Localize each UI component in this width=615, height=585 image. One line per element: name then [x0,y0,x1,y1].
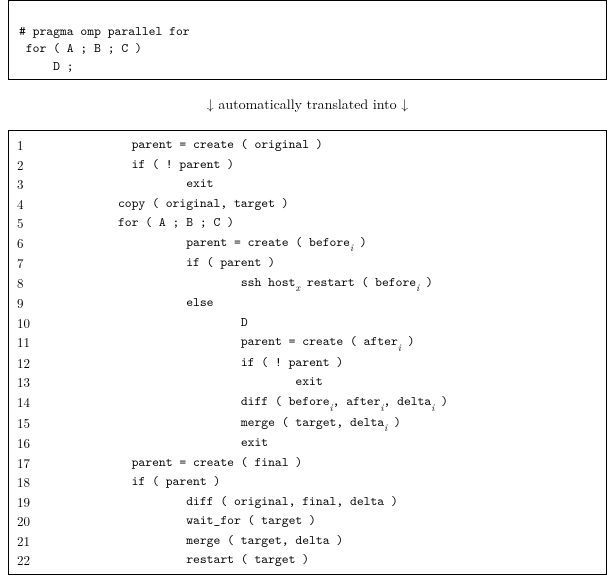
code-text: exit [77,433,268,453]
code-line: 1 parent = create ( original ) [17,135,598,155]
code-text: if ( parent ) [77,253,275,273]
subscript: i [416,280,419,294]
code-text: parent = create ( final ) [77,453,302,473]
code-line: 12 if ( ! parent ) [17,353,598,373]
code-text: copy ( original, target ) [77,194,289,214]
translation-caption: ↓ automatically translated into ↓ [8,94,607,114]
line-number: 14 [17,392,77,413]
code-line: 22 restart ( target ) [17,550,598,570]
translated-code-block: 1 parent = create ( original )2 if ( ! p… [8,130,607,574]
line-number: 16 [17,433,77,453]
line-number: 4 [17,194,77,214]
code-line: 20 wait_for ( target ) [17,511,598,531]
code-text: parent = create ( beforei ) [77,233,367,254]
line-number: 15 [17,413,77,434]
code-text: exit [77,174,214,194]
code-line: 6 parent = create ( beforei ) [17,233,598,254]
code-line: 5 for ( A ; B ; C ) [17,213,598,233]
line-number: 18 [17,472,77,492]
subscript: i [398,340,401,354]
code-line: 10 D [17,313,598,333]
line-number: 6 [17,233,77,254]
code-text: merge ( target, deltai ) [77,413,401,434]
code-line: 14 diff ( beforei, afteri, deltai ) [17,392,598,413]
source-line-2: for ( A ; B ; C ) [19,40,142,57]
line-number: 2 [17,155,77,175]
code-text: parent = create ( afteri ) [77,332,415,353]
code-text: D [77,313,248,333]
line-number: 1 [17,135,77,155]
code-text: else [77,293,214,313]
code-text: diff ( beforei, afteri, deltai ) [77,392,448,413]
line-number: 11 [17,332,77,353]
source-line-3: D ; [19,58,74,75]
code-line: 19 diff ( original, final, delta ) [17,492,598,512]
line-number: 9 [17,293,77,313]
code-line: 18 if ( parent ) [17,472,598,492]
code-line: 11 parent = create ( afteri ) [17,332,598,353]
arrow-down-icon: ↓ [401,94,408,114]
code-text: parent = create ( original ) [77,135,323,155]
line-number: 17 [17,453,77,473]
subscript: i [431,400,434,414]
line-number: 20 [17,511,77,531]
code-text: merge ( target, delta ) [77,531,343,551]
code-text: if ( parent ) [77,472,220,492]
subscript: i [350,240,353,254]
code-line: 7 if ( parent ) [17,253,598,273]
code-line: 15 merge ( target, deltai ) [17,413,598,434]
code-line: 17 parent = create ( final ) [17,453,598,473]
code-line: 21 merge ( target, delta ) [17,531,598,551]
code-text: wait_for ( target ) [77,511,316,531]
subscript: i [380,400,383,414]
line-number: 7 [17,253,77,273]
line-number: 21 [17,531,77,551]
source-code-block: # pragma omp parallel for for ( A ; B ; … [8,0,607,80]
code-line: 13 exit [17,372,598,392]
line-number: 13 [17,372,77,392]
code-text: ssh hostx restart ( beforei ) [77,273,433,294]
code-line: 8 ssh hostx restart ( beforei ) [17,273,598,294]
code-line: 9 else [17,293,598,313]
code-line: 2 if ( ! parent ) [17,155,598,175]
code-text: restart ( target ) [77,550,309,570]
line-number: 22 [17,550,77,570]
subscript: i [384,420,387,434]
code-text: if ( ! parent ) [77,353,343,373]
caption-text: automatically translated into [214,94,402,114]
line-number: 12 [17,353,77,373]
code-line: 16 exit [17,433,598,453]
line-number: 3 [17,174,77,194]
code-line: 4 copy ( original, target ) [17,194,598,214]
code-text: if ( ! parent ) [77,155,234,175]
source-line-1: # pragma omp parallel for [19,23,190,40]
code-text: exit [77,372,323,392]
arrow-down-icon: ↓ [207,94,214,114]
subscript: x [295,280,300,294]
subscript: i [330,400,333,414]
line-number: 19 [17,492,77,512]
code-line: 3 exit [17,174,598,194]
code-text: diff ( original, final, delta ) [77,492,398,512]
line-number: 10 [17,313,77,333]
line-number: 5 [17,213,77,233]
line-number: 8 [17,273,77,294]
code-text: for ( A ; B ; C ) [77,213,234,233]
